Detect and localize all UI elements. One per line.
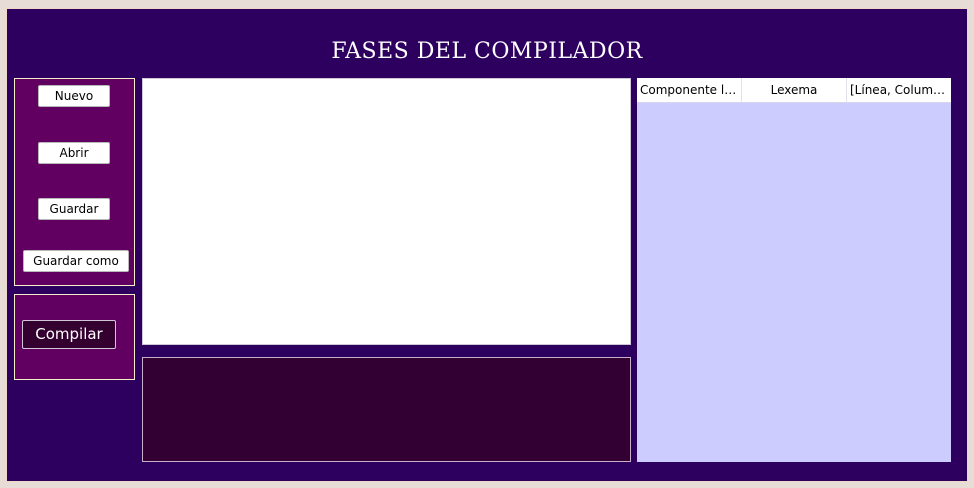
column-header-lexeme[interactable]: Lexema	[742, 78, 847, 102]
compile-panel: Compilar	[14, 294, 135, 380]
page-title: FASES DEL COMPILADOR	[331, 39, 643, 64]
save-as-button[interactable]: Guardar como	[23, 250, 129, 272]
token-table-header: Componente léxico Lexema [Línea, Columna…	[637, 78, 951, 103]
column-header-position[interactable]: [Línea, Columna]	[847, 78, 951, 102]
compile-button[interactable]: Compilar	[22, 320, 116, 349]
new-button[interactable]: Nuevo	[38, 85, 110, 107]
code-editor[interactable]	[142, 78, 631, 345]
token-table[interactable]: Componente léxico Lexema [Línea, Columna…	[637, 78, 951, 462]
column-header-component[interactable]: Componente léxico	[637, 78, 742, 102]
main-window: FASES DEL COMPILADOR Nuevo Abrir Guardar…	[6, 8, 968, 482]
output-console[interactable]	[142, 357, 631, 462]
file-actions-panel: Nuevo Abrir Guardar Guardar como	[14, 78, 135, 286]
open-button[interactable]: Abrir	[38, 142, 110, 164]
save-button[interactable]: Guardar	[38, 198, 110, 220]
